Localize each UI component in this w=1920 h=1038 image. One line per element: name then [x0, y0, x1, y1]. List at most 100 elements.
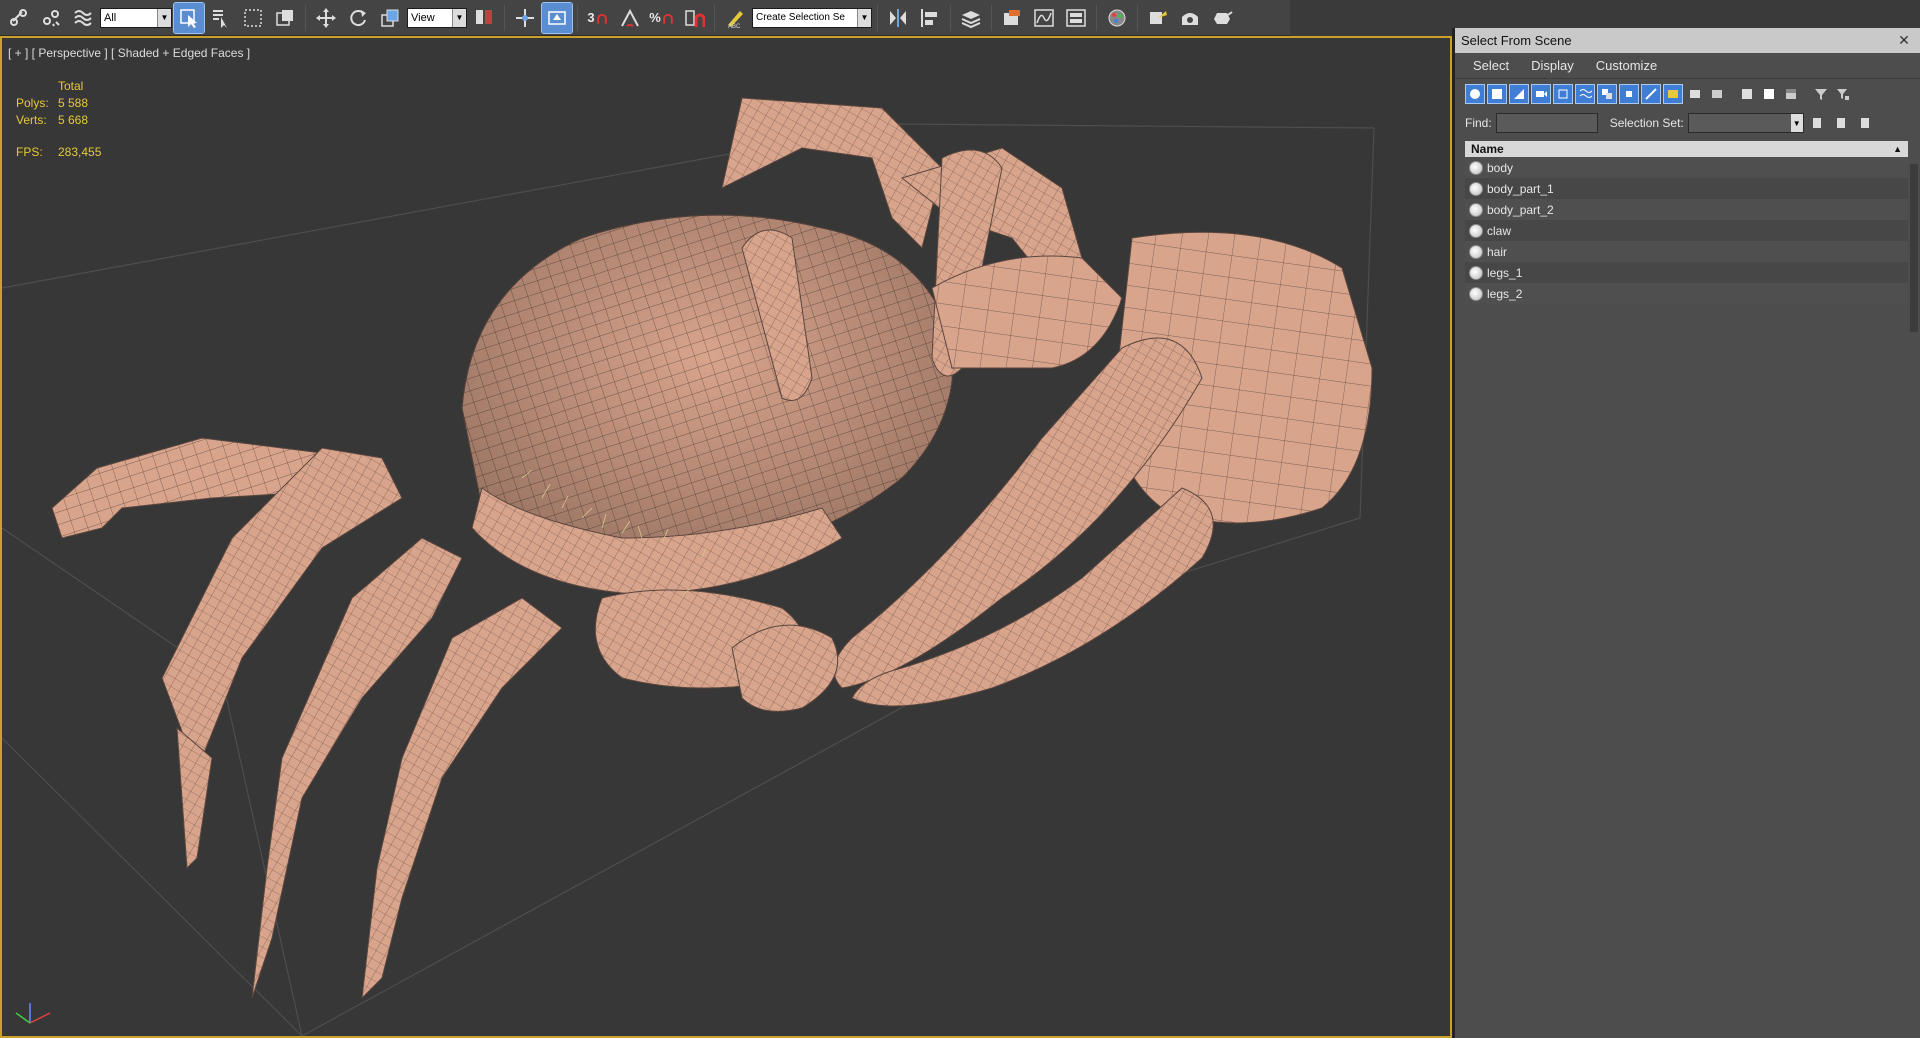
reference-coord-value: View: [411, 11, 435, 24]
selection-filter-select[interactable]: All ▼: [100, 7, 172, 28]
list-item[interactable]: body_part_1: [1465, 178, 1908, 199]
viewport-label[interactable]: [ + ] [ Perspective ] [ Shaded + Edged F…: [8, 46, 250, 60]
display-bones-icon[interactable]: [1641, 84, 1661, 104]
toolbar-separator: [504, 4, 505, 31]
reference-coord-select[interactable]: View ▼: [407, 7, 467, 28]
filter-settings-icon[interactable]: [1833, 84, 1853, 104]
percent-snap-button[interactable]: %: [647, 3, 677, 33]
toggle-ribbon-icon[interactable]: [997, 3, 1027, 33]
display-spacewarps-icon[interactable]: [1575, 84, 1595, 104]
angle-snap-icon[interactable]: [615, 3, 645, 33]
material-editor-icon[interactable]: [1102, 3, 1132, 33]
verts-value: 5 668: [58, 113, 89, 127]
window-crossing-button[interactable]: [270, 3, 300, 33]
select-from-scene-panel: Select From Scene ✕ Select Display Custo…: [1452, 28, 1920, 1038]
toolbar-separator: [577, 4, 578, 31]
geometry-object-icon: [1469, 181, 1483, 196]
panel-filter-toolbar: [1455, 79, 1920, 109]
object-list: body body_part_1 body_part_2 claw hair l…: [1465, 157, 1908, 304]
align-icon[interactable]: [915, 3, 945, 33]
max-app: All ▼ View ▼ 3 % ABC Create Selection Se ▼: [0, 0, 1920, 1038]
svg-text:ABC: ABC: [728, 24, 741, 29]
selection-set-dropdown[interactable]: ▼: [1687, 113, 1804, 133]
fps-value: 283,455: [58, 145, 102, 159]
close-icon[interactable]: ✕: [1894, 32, 1914, 50]
display-frozen-icon[interactable]: [1685, 84, 1705, 104]
mirror-icon[interactable]: [883, 3, 913, 33]
named-selection-set-input[interactable]: Create Selection Se ▼: [752, 7, 872, 28]
chevron-down-icon: ▼: [1790, 114, 1803, 132]
keyboard-shortcut-override-button[interactable]: [541, 1, 573, 34]
bind-space-warp-icon[interactable]: [68, 3, 98, 33]
select-object-button[interactable]: [173, 1, 205, 34]
list-item[interactable]: legs_1: [1465, 262, 1908, 283]
display-shapes-icon[interactable]: [1487, 84, 1507, 104]
move-icon[interactable]: [311, 3, 341, 33]
unlink-icon[interactable]: [36, 3, 66, 33]
chevron-down-icon: ▼: [157, 8, 171, 27]
sort-icon: ▲: [1893, 144, 1902, 154]
remove-selection-set-icon[interactable]: [1856, 113, 1876, 133]
panel-find-row: Find: Selection Set: ▼: [1455, 109, 1920, 137]
geometry-object-icon: [1469, 244, 1483, 259]
display-containers-icon[interactable]: [1663, 84, 1683, 104]
display-groups-icon[interactable]: [1597, 84, 1617, 104]
display-hidden-icon[interactable]: [1707, 84, 1727, 104]
list-scrollbar[interactable]: [1910, 164, 1918, 332]
snaps-toggle-button[interactable]: 3: [583, 3, 613, 33]
pivot-center-icon[interactable]: [469, 3, 499, 33]
object-name: legs_2: [1487, 286, 1523, 301]
menu-display[interactable]: Display: [1531, 58, 1574, 73]
link-icon[interactable]: [4, 3, 34, 33]
layer-explorer-icon[interactable]: [956, 3, 986, 33]
fps-label: FPS:: [16, 145, 43, 159]
selection-set-label: Selection Set:: [1609, 116, 1684, 130]
panel-titlebar[interactable]: Select From Scene ✕: [1455, 28, 1920, 53]
geometry-object-icon: [1469, 286, 1483, 301]
filter-icon[interactable]: [1811, 84, 1831, 104]
display-xrefs-icon[interactable]: [1619, 84, 1639, 104]
viewport-statistics: Total Polys: 5 588 Verts: 5 668 FPS: 283,45…: [16, 78, 138, 161]
spinner-snap-icon[interactable]: [679, 3, 709, 33]
list-item[interactable]: body_part_2: [1465, 199, 1908, 220]
list-item[interactable]: hair: [1465, 241, 1908, 262]
curve-editor-icon[interactable]: [1029, 3, 1059, 33]
select-all-icon[interactable]: [1737, 84, 1757, 104]
toolbar-separator: [714, 4, 715, 31]
object-name: body_part_2: [1487, 202, 1554, 217]
edit-named-selection-icon[interactable]: ABC: [720, 3, 750, 33]
display-geometry-icon[interactable]: [1465, 84, 1485, 104]
axis-gizmo: [15, 1003, 51, 1024]
menu-select[interactable]: Select: [1473, 58, 1509, 73]
render-setup-icon[interactable]: [1143, 3, 1173, 33]
display-cameras-icon[interactable]: [1531, 84, 1551, 104]
rendered-frame-window-icon[interactable]: [1175, 3, 1205, 33]
perspective-viewport[interactable]: [ + ] [ Perspective ] [ Shaded + Edged F…: [0, 36, 1452, 1038]
find-input[interactable]: [1495, 113, 1598, 133]
scale-icon[interactable]: [375, 3, 405, 33]
display-helpers-icon[interactable]: [1553, 84, 1573, 104]
list-item[interactable]: claw: [1465, 220, 1908, 241]
select-by-name-button[interactable]: [206, 3, 236, 33]
object-name: hair: [1487, 244, 1508, 259]
chevron-down-icon: ▼: [857, 8, 871, 27]
list-item[interactable]: body: [1465, 157, 1908, 178]
rotate-icon[interactable]: [343, 3, 373, 33]
display-lights-icon[interactable]: [1509, 84, 1529, 104]
rect-region-button[interactable]: [238, 3, 268, 33]
edit-selection-set-icon[interactable]: [1832, 113, 1852, 133]
create-selection-set-icon[interactable]: [1808, 113, 1828, 133]
object-name: claw: [1487, 223, 1512, 238]
select-invert-icon[interactable]: [1781, 84, 1801, 104]
select-none-icon[interactable]: [1759, 84, 1779, 104]
toolbar-separator: [950, 4, 951, 31]
geometry-object-icon: [1469, 160, 1483, 175]
schematic-view-icon[interactable]: [1061, 3, 1091, 33]
polys-label: Polys:: [16, 96, 49, 110]
render-production-icon[interactable]: [1207, 3, 1237, 33]
select-manipulate-icon[interactable]: [510, 3, 540, 33]
menu-customize[interactable]: Customize: [1596, 58, 1657, 73]
toolbar-separator: [991, 4, 992, 31]
list-item[interactable]: legs_2: [1465, 283, 1908, 304]
name-column-header[interactable]: Name ▲: [1465, 141, 1908, 157]
